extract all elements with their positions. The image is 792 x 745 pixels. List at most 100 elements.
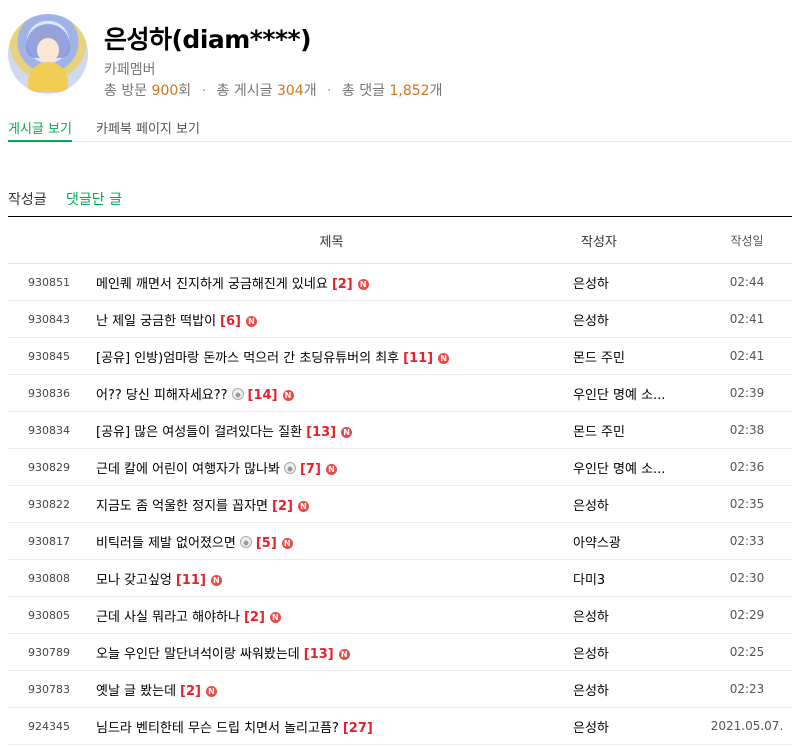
comment-count[interactable]: [11] — [176, 573, 206, 588]
author-link[interactable]: 은성하 — [573, 606, 609, 625]
tab-cafebook[interactable]: 카페북 페이지 보기 — [96, 118, 200, 137]
author-link[interactable]: 몬드 주민 — [573, 421, 625, 440]
comment-count[interactable]: [7] — [300, 462, 321, 477]
comment-count[interactable]: [27] — [343, 721, 373, 736]
avatar[interactable] — [8, 14, 88, 94]
table-row[interactable]: 930805 근데 사실 뭐라고 해야하나 [2] N 은성하 02:29 — [8, 596, 792, 634]
subtab-written[interactable]: 작성글 — [8, 189, 47, 209]
author-link[interactable]: 은성하 — [573, 643, 609, 662]
post-id: 930805 — [8, 596, 90, 634]
post-title-link[interactable]: 메인퀘 깨면서 진지하게 궁금해진게 있네요 — [96, 277, 328, 292]
post-date: 2021.05.07. — [702, 707, 792, 745]
post-title-cell: 비틱러들 제발 없어졌으면 [5] N — [90, 522, 573, 560]
post-title-link[interactable]: 난 제일 궁금한 떡밥이 — [96, 314, 216, 329]
post-id: 930834 — [8, 411, 90, 449]
post-title-cell: 님드라 벤티한테 무슨 드립 치면서 놀리고픔? [27] — [90, 707, 573, 745]
author-link[interactable]: 은성하 — [573, 717, 609, 736]
post-title-link[interactable]: 옛날 글 봤는데 — [96, 684, 176, 699]
post-title-cell: 어?? 당신 피해자세요?? [14] N — [90, 374, 573, 412]
table-row[interactable]: 930851 메인퀘 깨면서 진지하게 궁금해진게 있네요 [2] N 은성하 02:44 — [8, 263, 792, 301]
post-id: 930817 — [8, 522, 90, 560]
tab-posts[interactable]: 게시글 보기 — [8, 118, 72, 142]
author-cell: 은성하 — [573, 670, 702, 708]
comment-count[interactable]: [5] — [256, 536, 277, 551]
post-title-link[interactable]: 근데 칼에 어린이 여행자가 많나봐 — [96, 462, 280, 477]
post-id: 930836 — [8, 374, 90, 412]
separator-dot: · — [201, 83, 207, 99]
new-badge-icon: N — [281, 537, 293, 549]
comment-count[interactable]: [11] — [403, 351, 433, 366]
comment-count[interactable]: [13] — [304, 647, 334, 662]
new-badge-icon: N — [282, 389, 294, 401]
post-date: 02:25 — [702, 633, 792, 671]
post-date: 02:38 — [702, 411, 792, 449]
post-id: 930783 — [8, 670, 90, 708]
table-row[interactable]: 930834 [공유] 많은 여성들이 걸려있다는 질환 [13] N 몬드 주민 02:… — [8, 411, 792, 449]
author-cell: 몬드 주민 — [573, 337, 702, 375]
table-row[interactable]: 924345 님드라 벤티한테 무슨 드립 치면서 놀리고픔? [27] 은성하 202… — [8, 707, 792, 745]
table-row[interactable]: 930783 옛날 글 봤는데 [2] N 은성하 02:23 — [8, 670, 792, 708]
comments-unit: 개 — [429, 83, 443, 99]
author-link[interactable]: 다미3 — [573, 569, 605, 588]
comment-count[interactable]: [6] — [220, 314, 241, 329]
post-title-link[interactable]: 님드라 벤티한테 무슨 드립 치면서 놀리고픔? — [96, 721, 339, 736]
author-cell: 은성하 — [573, 300, 702, 338]
comment-count[interactable]: [2] — [332, 277, 353, 292]
post-title-link[interactable]: 지금도 좀 억울한 정지를 꼽자면 — [96, 499, 268, 514]
comment-count[interactable]: [2] — [180, 684, 201, 699]
post-date: 02:44 — [702, 263, 792, 301]
table-row[interactable]: 930822 지금도 좀 억울한 정지를 꼽자면 [2] N 은성하 02:35 — [8, 485, 792, 523]
member-role: 카페멤버 — [104, 62, 156, 78]
post-id: 930851 — [8, 263, 90, 301]
author-link[interactable]: 몬드 주민 — [573, 347, 625, 366]
table-row[interactable]: 930808 모나 갖고싶엉 [11] N 다미3 02:30 — [8, 559, 792, 597]
post-id: 930822 — [8, 485, 90, 523]
posts-count: 304 — [276, 83, 304, 99]
posts-label: 총 게시글 — [216, 83, 273, 99]
author-link[interactable]: 은성하 — [573, 495, 609, 514]
comment-count[interactable]: [2] — [244, 610, 265, 625]
subtab-commented[interactable]: 댓글단 글 — [66, 189, 122, 209]
author-link[interactable]: 은성하 — [573, 310, 609, 329]
author-link[interactable]: 아약스광 — [573, 532, 621, 551]
comment-count[interactable]: [13] — [306, 425, 336, 440]
post-title-link[interactable]: 근데 사실 뭐라고 해야하나 — [96, 610, 240, 625]
post-id: 930845 — [8, 337, 90, 375]
new-badge-icon: N — [341, 426, 353, 438]
author-cell: 우인단 명예 소... — [573, 374, 702, 412]
new-badge-icon: N — [245, 315, 257, 327]
post-title-cell: 근데 사실 뭐라고 해야하나 [2] N — [90, 596, 573, 634]
post-title-link[interactable]: 비틱러들 제발 없어졌으면 — [96, 536, 236, 551]
comment-count[interactable]: [14] — [248, 388, 278, 403]
table-row[interactable]: 930829 근데 칼에 어린이 여행자가 많나봐 [7] N 우인단 명예 소... 0… — [8, 448, 792, 486]
author-link[interactable]: 은성하 — [573, 273, 609, 292]
avatar-face — [37, 38, 59, 62]
author-link[interactable]: 우인단 명예 소... — [573, 384, 665, 403]
image-icon — [239, 535, 252, 548]
profile-header: 은성하(diam****) 카페멤버 총 방문 900회 · 총 게시글 304… — [8, 10, 788, 105]
post-title-cell: 지금도 좀 억울한 정지를 꼽자면 [2] N — [90, 485, 573, 523]
visits-label: 총 방문 — [104, 83, 148, 99]
table-row[interactable]: 930836 어?? 당신 피해자세요?? [14] N 우인단 명예 소... 02:3… — [8, 374, 792, 412]
table-body: 930851 메인퀘 깨면서 진지하게 궁금해진게 있네요 [2] N 은성하 02:44… — [8, 263, 792, 745]
author-cell: 몬드 주민 — [573, 411, 702, 449]
post-title-link[interactable]: [공유] 인방)엄마랑 돈까스 먹으러 간 초딩유튜버의 최후 — [96, 351, 399, 366]
table-row[interactable]: 930789 오늘 우인단 말단녀석이랑 싸워봤는데 [13] N 은성하 02:25 — [8, 633, 792, 671]
post-title-link[interactable]: [공유] 많은 여성들이 걸려있다는 질환 — [96, 425, 302, 440]
table-row[interactable]: 930817 비틱러들 제발 없어졌으면 [5] N 아약스광 02:33 — [8, 522, 792, 560]
table-row[interactable]: 930843 난 제일 궁금한 떡밥이 [6] N 은성하 02:41 — [8, 300, 792, 338]
post-title-link[interactable]: 오늘 우인단 말단녀석이랑 싸워봤는데 — [96, 647, 300, 662]
new-badge-icon: N — [325, 463, 337, 475]
post-date: 02:23 — [702, 670, 792, 708]
visits-count: 900 — [151, 83, 179, 99]
author-link[interactable]: 우인단 명예 소... — [573, 458, 665, 477]
post-title-link[interactable]: 어?? 당신 피해자세요?? — [96, 388, 228, 403]
post-title-link[interactable]: 모나 갖고싶엉 — [96, 573, 172, 588]
comments-label: 총 댓글 — [341, 83, 386, 99]
table-row[interactable]: 930845 [공유] 인방)엄마랑 돈까스 먹으러 간 초딩유튜버의 최후 [11… — [8, 337, 792, 375]
comment-count[interactable]: [2] — [272, 499, 293, 514]
header-author: 작성자 — [573, 216, 702, 264]
author-link[interactable]: 은성하 — [573, 680, 609, 699]
new-badge-icon: N — [210, 574, 222, 586]
post-title-cell: [공유] 인방)엄마랑 돈까스 먹으러 간 초딩유튜버의 최후 [11] N — [90, 337, 573, 375]
